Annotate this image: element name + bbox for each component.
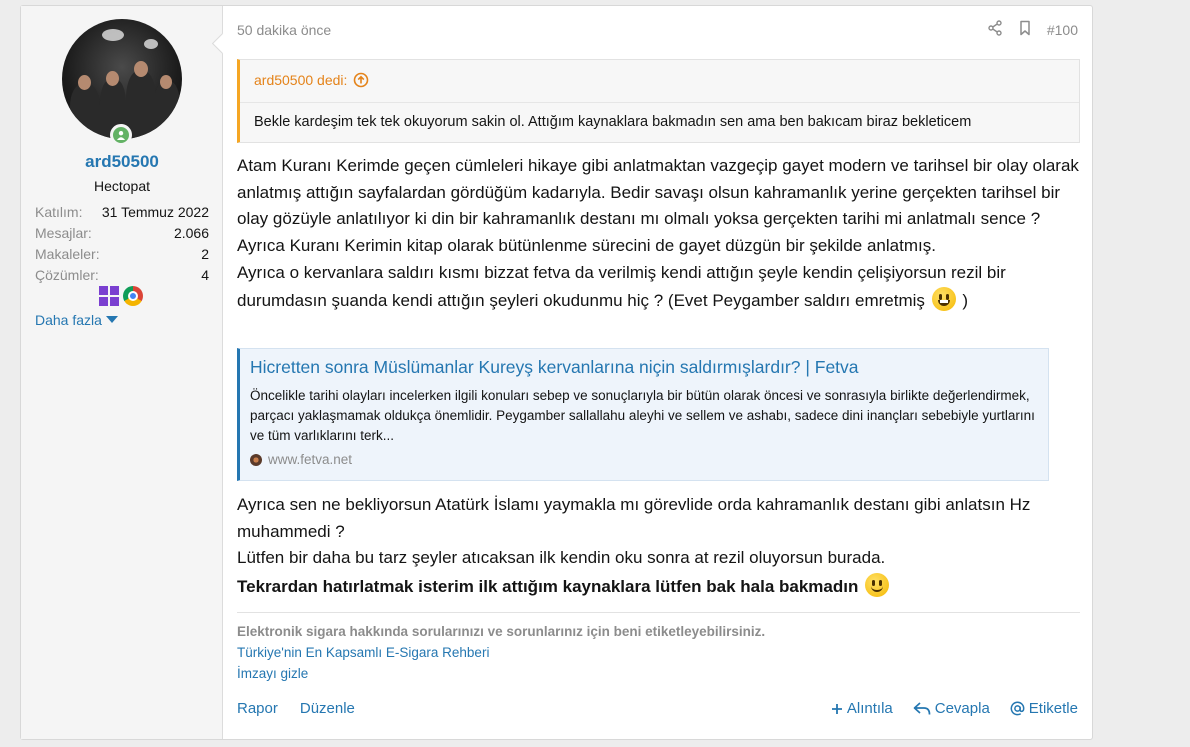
body-paragraph: Ayrıca o kervanlara saldırı kısmı bizzat… [237, 260, 1085, 314]
quote-divider [240, 102, 1079, 103]
footer-right-actions: Alıntıla Cevapla Etiketle [831, 700, 1078, 717]
hide-signature-link[interactable]: İmzayı gizle [237, 663, 1080, 684]
plus-icon [831, 703, 842, 714]
message-body-continued: Ayrıca sen ne bekliyorsun Atatürk İslamı… [237, 492, 1085, 601]
stat-value[interactable]: 2.066 [174, 223, 209, 244]
stat-row: Mesajlar: 2.066 [35, 223, 209, 244]
reply-icon [913, 701, 931, 715]
message-post: ard50500 Hectopat Katılım: 31 Temmuz 2022… [20, 5, 1093, 740]
body-text: Tekrardan hatırlatmak isterim ilk attığı… [237, 577, 859, 597]
signature-text: Elektronik sigara hakkında sorularınızı … [237, 624, 766, 639]
body-paragraph: Lütfen bir daha bu tarz şeyler atıcaksan… [237, 548, 886, 568]
user-stats: Katılım: 31 Temmuz 2022 Mesajlar: 2.066 Ma… [35, 202, 209, 286]
smiling-emoji-icon [865, 573, 890, 598]
link-preview-description: Öncelikle tarihi olayları incelerken ilg… [250, 388, 1035, 443]
user-badges [99, 286, 143, 306]
link-preview-footer: www.fetva.net [250, 452, 352, 467]
message-body: Atam Kuranı Kerimde geçen cümleleri hika… [237, 153, 1085, 314]
stat-value: 31 Temmuz 2022 [101, 204, 209, 220]
signature: Elektronik sigara hakkında sorularınızı … [237, 612, 1080, 684]
tag-button[interactable]: Etiketle [1010, 700, 1078, 717]
stat-key: Katılım: [35, 204, 83, 220]
body-text: Ayrıca o kervanlara saldırı kısmı bizzat… [237, 262, 1006, 310]
post-number[interactable]: #100 [1047, 22, 1078, 38]
username-link[interactable]: ard50500 [21, 152, 223, 172]
more-info-toggle[interactable]: Daha fazla [35, 312, 118, 328]
link-preview-title[interactable]: Hicretten sonra Müslümanlar Kureyş kerva… [250, 357, 859, 378]
body-text: ) [962, 290, 969, 310]
grinning-emoji-icon [931, 286, 956, 311]
reply-button-label: Cevapla [934, 700, 990, 717]
tag-button-label: Etiketle [1028, 700, 1078, 717]
body-paragraph-bold: Tekrardan hatırlatmak isterim ilk attığı… [237, 573, 1085, 601]
stat-row: Çözümler: 4 [35, 265, 209, 286]
quote-text: Bekle kardeşim tek tek okuyorum sakin ol… [254, 114, 972, 130]
quote-author[interactable]: ard50500 dedi: [254, 72, 347, 88]
stat-value[interactable]: 4 [201, 265, 209, 286]
post-time[interactable]: 50 dakika önce [237, 22, 331, 38]
stat-key: Mesajlar: [35, 225, 92, 241]
share-icon[interactable] [987, 20, 1003, 39]
quote-button-label: Alıntıla [846, 700, 893, 717]
stat-value[interactable]: 2 [201, 244, 209, 265]
windows-icon [99, 286, 119, 306]
more-info-label: Daha fazla [35, 312, 102, 328]
stat-row: Makaleler: 2 [35, 244, 209, 265]
user-sidebar: ard50500 Hectopat Katılım: 31 Temmuz 2022… [21, 6, 234, 739]
message-main: 50 dakika önce #100 ard50500 dedi: Bekle… [237, 6, 1080, 739]
report-button[interactable]: Rapor [237, 700, 278, 717]
stat-row: Katılım: 31 Temmuz 2022 [35, 202, 209, 223]
link-preview[interactable]: Hicretten sonra Müslümanlar Kureyş kerva… [237, 348, 1049, 481]
footer-left-actions: Rapor Düzenle [237, 700, 355, 717]
reply-button[interactable]: Cevapla [913, 700, 990, 717]
quote-button[interactable]: Alıntıla [831, 700, 893, 717]
link-preview-domain: www.fetva.net [268, 452, 353, 467]
quote-header[interactable]: ard50500 dedi: [254, 72, 369, 88]
edit-button[interactable]: Düzenle [300, 700, 355, 717]
at-sign-icon [1010, 701, 1025, 716]
arrow-up-circle-icon[interactable] [353, 72, 369, 88]
bookmark-icon[interactable] [1017, 20, 1033, 39]
avatar[interactable] [62, 19, 182, 139]
signature-link[interactable]: Türkiye'nin En Kapsamlı E-Sigara Rehberi [237, 642, 1080, 663]
stat-key: Makaleler: [35, 246, 100, 262]
stat-key: Çözümler: [35, 267, 99, 283]
chrome-icon [123, 286, 143, 306]
post-meta-actions: #100 [987, 20, 1078, 39]
quote-block: ard50500 dedi: Bekle kardeşim tek tek ok… [237, 59, 1080, 143]
user-title: Hectopat [93, 178, 151, 194]
body-paragraph: Ayrıca sen ne bekliyorsun Atatürk İslamı… [237, 495, 1031, 541]
favicon-icon [250, 453, 262, 466]
online-status-icon [110, 124, 132, 146]
caret-down-icon [105, 316, 118, 323]
sidebar-arrow [211, 32, 234, 55]
body-paragraph: Atam Kuranı Kerimde geçen cümleleri hika… [237, 156, 1079, 256]
